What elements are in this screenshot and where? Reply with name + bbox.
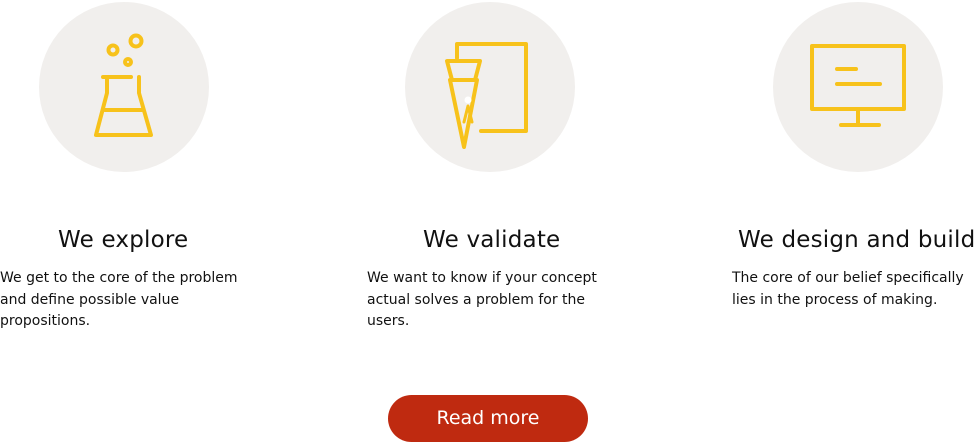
feature-title: We validate bbox=[423, 227, 561, 253]
flask-icon bbox=[94, 33, 153, 137]
monitor-icon bbox=[810, 44, 906, 127]
feature-description: We get to the core of the problem and de… bbox=[0, 270, 238, 329]
feature-title: We explore bbox=[58, 227, 189, 253]
feature-title: We design and build bbox=[738, 227, 976, 253]
filter-icon-circle bbox=[405, 2, 575, 172]
monitor-icon-circle bbox=[773, 2, 943, 172]
coffee-filter-icon bbox=[445, 42, 528, 149]
feature-description: The core of our belief specifically lies… bbox=[732, 270, 964, 308]
flask-icon-circle bbox=[39, 2, 209, 172]
read-more-button[interactable]: Read more bbox=[388, 395, 588, 442]
feature-description: We want to know if your concept actual s… bbox=[367, 270, 597, 329]
